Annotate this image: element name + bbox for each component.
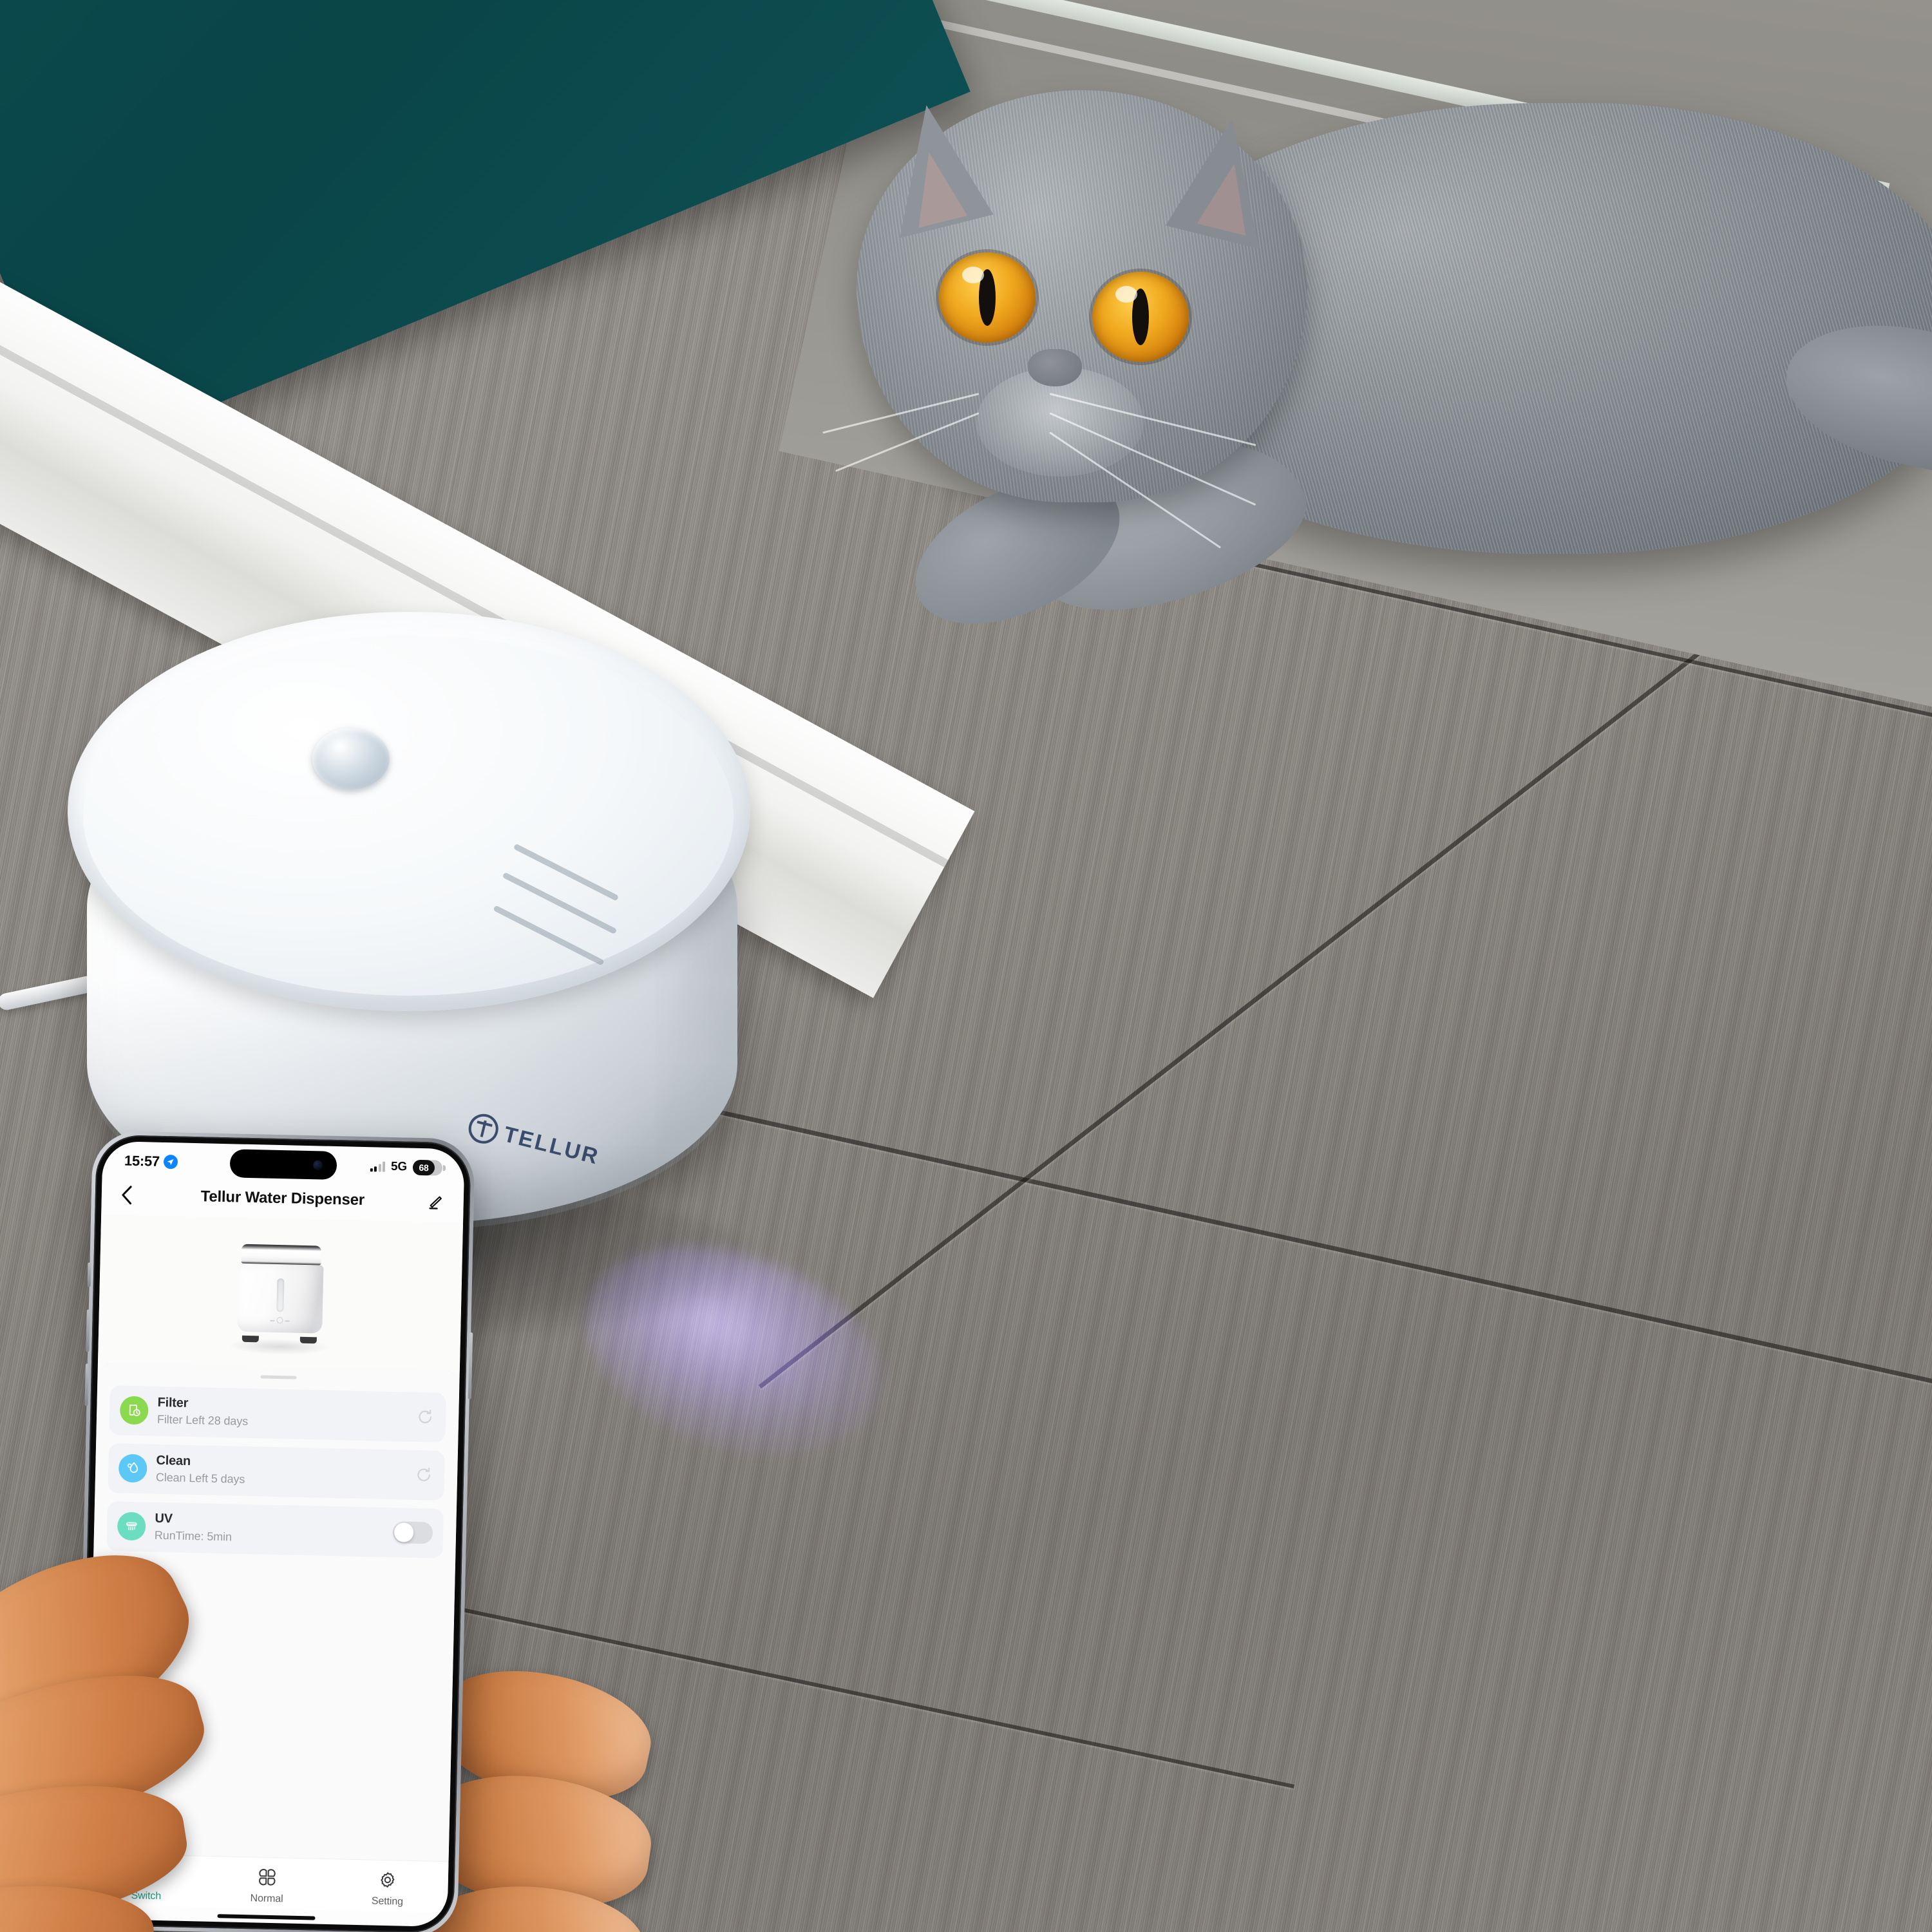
list-item-text: Clean Clean Left 5 days [156,1454,405,1491]
status-bar-clock: 15:57 [124,1152,160,1170]
device-render-water-window [276,1278,285,1312]
network-type-label: 5G [390,1159,408,1174]
device-vent-slots [493,843,660,972]
device-water-outlet [312,728,390,790]
status-bar-left: 15:57 [124,1153,178,1171]
battery-fill: 68 [412,1159,435,1176]
cat-eye-right [1092,272,1189,362]
list-item-clean[interactable]: Clean Clean Left 5 days [108,1443,445,1501]
page-title: Tellur Water Dispenser [200,1188,365,1209]
filter-clock-icon [119,1396,149,1425]
refresh-icon[interactable] [415,1406,436,1428]
cat-eye-left [939,252,1036,343]
refresh-icon[interactable] [413,1464,435,1486]
device-render-image [229,1244,330,1356]
water-drop-icon [118,1454,147,1483]
list-item-filter[interactable]: Filter Filter Left 28 days [109,1385,447,1443]
location-arrow-icon [163,1154,178,1170]
silent-switch[interactable] [87,1262,91,1287]
cat-whisker [835,412,980,472]
battery-icon: 68 [412,1159,443,1176]
device-render-lid [241,1244,322,1265]
device-preview-area [97,1214,464,1371]
list-item-text: Filter Filter Left 28 days [157,1396,406,1433]
sheet-drag-handle[interactable] [260,1375,297,1379]
volume-up-button[interactable] [86,1309,90,1352]
cat-head [822,90,1307,549]
cat [822,39,1932,811]
volume-down-button[interactable] [84,1363,89,1406]
chevron-left-icon[interactable] [121,1185,150,1205]
cellular-signal-icon [370,1161,386,1172]
pencil-icon[interactable] [415,1193,444,1211]
battery-percent-label: 68 [419,1162,429,1173]
cat-nose [1028,349,1082,386]
dynamic-island [229,1149,337,1180]
cat-whisker [822,393,980,434]
hand-left-fingers [0,1520,451,1932]
status-bar-right: 5G 68 [370,1159,443,1176]
